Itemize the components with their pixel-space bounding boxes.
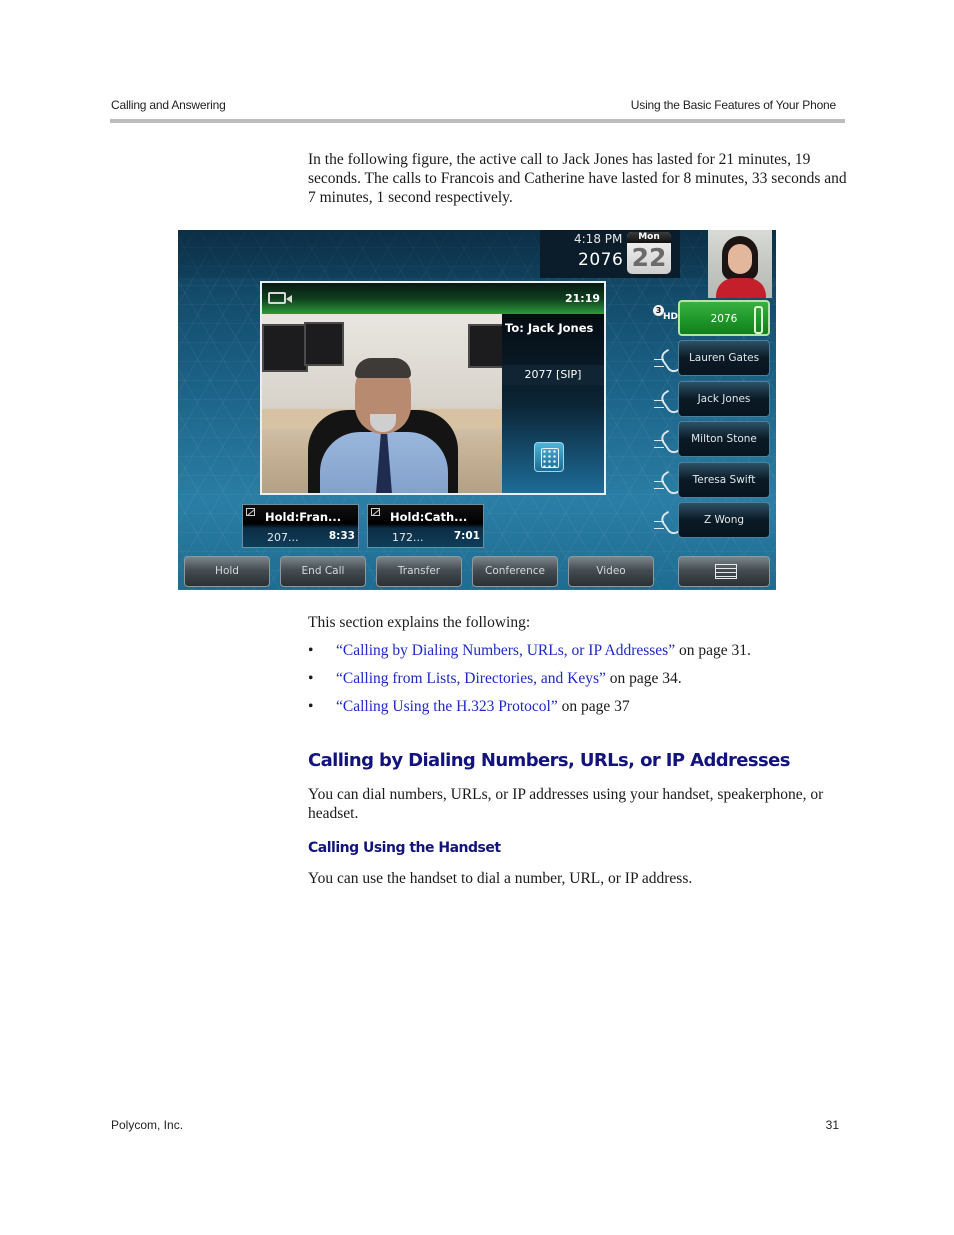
line-key-lauren-gates[interactable]: Lauren Gates <box>678 340 770 376</box>
active-call-window: 21:19 To: Jack Jones 2077 [SIP] <box>260 281 606 495</box>
call-recipient: To: Jack Jones <box>505 321 594 335</box>
call-address: 2077 [SIP] <box>502 365 604 385</box>
bullet-icon: • <box>308 642 314 659</box>
held-call-timer: 7:01 <box>453 530 480 542</box>
page-reference: on page 37 <box>557 698 630 715</box>
clock-time: 4:18 PM <box>574 232 623 246</box>
handset-icon <box>654 512 680 534</box>
hold-button[interactable]: Hold <box>184 556 270 587</box>
footer-company: Polycom, Inc. <box>111 1118 184 1132</box>
phone-screenshot-figure: 4:18 PM 2076 Mon 22 21:19 To: Jack Jones <box>178 230 776 590</box>
transfer-button[interactable]: Transfer <box>376 556 462 587</box>
handset-icon <box>654 391 680 413</box>
xref-link-dialing[interactable]: “Calling by Dialing Numbers, URLs, or IP… <box>336 642 675 659</box>
section-paragraph: You can dial numbers, URLs, or IP addres… <box>308 786 824 822</box>
header-rule <box>110 119 845 123</box>
handset-icon <box>654 431 680 453</box>
more-menu-icon <box>715 564 737 579</box>
held-call-number: 172... <box>392 531 424 544</box>
dialpad-button[interactable] <box>534 442 564 472</box>
page-reference: on page 31. <box>675 642 751 659</box>
muted-video-icon <box>246 508 255 516</box>
held-call-title: Hold:Fran... <box>265 510 342 524</box>
subsection-heading: Calling Using the Handset <box>308 840 501 856</box>
line-key-milton-stone[interactable]: Milton Stone <box>678 421 770 457</box>
more-button[interactable] <box>678 556 770 587</box>
conference-button[interactable]: Conference <box>472 556 558 587</box>
section-overview-text: This section explains the following: <box>308 614 531 631</box>
held-call-card[interactable]: Hold:Fran... 207... 8:33 <box>242 504 359 548</box>
video-feed-image <box>262 314 502 493</box>
page-number: 31 <box>825 1118 839 1132</box>
held-call-timer: 8:33 <box>328 530 355 542</box>
bullet-icon: • <box>308 670 314 687</box>
list-item: • “Calling from Lists, Directories, and … <box>308 669 848 697</box>
line-key-jack-jones[interactable]: Jack Jones <box>678 381 770 417</box>
subsection-paragraph: You can use the handset to dial a number… <box>308 870 693 887</box>
hd-label: HD <box>663 312 679 322</box>
bullet-icon: • <box>308 698 314 715</box>
cross-reference-list: • “Calling by Dialing Numbers, URLs, or … <box>308 641 848 725</box>
section-heading: Calling by Dialing Numbers, URLs, or IP … <box>308 750 790 771</box>
line-key-teresa-swift[interactable]: Teresa Swift <box>678 462 770 498</box>
status-bar <box>178 230 776 278</box>
user-photo-avatar <box>708 230 772 298</box>
held-call-number: 207... <box>267 531 299 544</box>
muted-video-icon <box>371 508 380 516</box>
calendar-icon: Mon 22 <box>627 232 671 274</box>
call-info-panel: To: Jack Jones 2077 [SIP] <box>502 314 604 493</box>
active-call-timer: 21:19 <box>564 292 600 305</box>
running-header-chapter: Calling and Answering <box>111 98 226 112</box>
held-call-title: Hold:Cath... <box>390 510 468 524</box>
intro-paragraph: In the following figure, the active call… <box>308 151 847 206</box>
list-item: • “Calling by Dialing Numbers, URLs, or … <box>308 641 848 669</box>
phone-extension: 2076 <box>578 250 624 270</box>
active-call-header: 21:19 <box>262 283 604 314</box>
video-camera-icon <box>268 292 292 304</box>
page-reference: on page 34. <box>605 670 682 687</box>
handset-icon <box>654 350 680 372</box>
xref-link-lists[interactable]: “Calling from Lists, Directories, and Ke… <box>336 670 606 687</box>
hd-audio-badge: 3 HD <box>653 303 679 327</box>
xref-link-h323[interactable]: “Calling Using the H.323 Protocol” <box>336 698 558 715</box>
video-button[interactable]: Video <box>568 556 654 587</box>
list-item: • “Calling Using the H.323 Protocol” on … <box>308 697 848 725</box>
calendar-day: Mon <box>627 232 671 243</box>
calendar-date: 22 <box>631 243 667 272</box>
dialpad-icon <box>541 448 559 468</box>
held-call-card[interactable]: Hold:Cath... 172... 7:01 <box>367 504 484 548</box>
line-key-z-wong[interactable]: Z Wong <box>678 502 770 538</box>
running-header-section: Using the Basic Features of Your Phone <box>630 98 836 112</box>
line-key-2076[interactable]: 2076 <box>678 300 770 336</box>
handset-icon <box>654 472 680 494</box>
end-call-button[interactable]: End Call <box>280 556 366 587</box>
